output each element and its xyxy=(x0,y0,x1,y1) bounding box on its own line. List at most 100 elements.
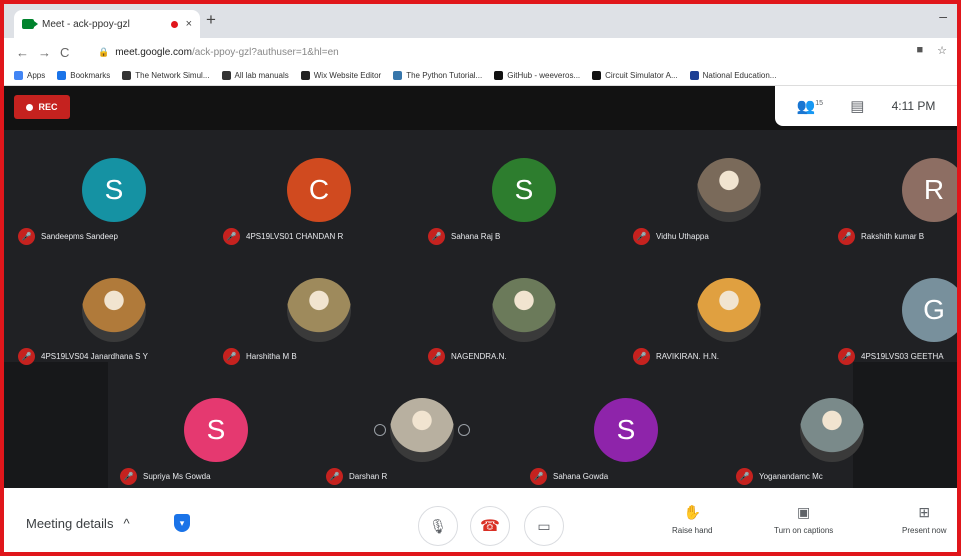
bookmark-item[interactable]: GitHub - weeveros... xyxy=(494,71,580,80)
participant-tile[interactable]: C 🎤 4PS19LVS01 CHANDAN R xyxy=(219,154,419,264)
record-dot-icon xyxy=(26,103,34,111)
back-button[interactable]: ← xyxy=(16,45,38,60)
participant-name-row: 🎤 Supriya Ms Gowda xyxy=(120,468,211,485)
reload-button[interactable]: C xyxy=(60,45,82,60)
camera-indicator-icon[interactable]: ■ xyxy=(916,44,923,57)
present-label: Present now xyxy=(902,526,947,535)
host-controls-shield-icon[interactable]: ▾ xyxy=(174,514,190,532)
participant-name: Rakshith kumar B xyxy=(861,232,925,241)
people-count: 15 xyxy=(815,100,824,107)
chevron-up-icon: ^ xyxy=(123,516,130,531)
bookmark-item[interactable]: The Network Simul... xyxy=(122,71,210,80)
participant-avatar: S xyxy=(82,158,146,222)
participant-tile[interactable]: S 🎤 Sandeepms Sandeep xyxy=(14,154,214,264)
participant-photo xyxy=(390,398,454,462)
pin-icon[interactable] xyxy=(374,424,386,436)
bookmark-item[interactable]: The Python Tutorial... xyxy=(393,71,482,80)
participant-name-row: 🎤 Yoganandamc Mc xyxy=(736,468,823,485)
bookmark-favicon-icon xyxy=(393,71,403,80)
muted-mic-icon: 🎤 xyxy=(428,228,445,245)
present-now-button[interactable]: ⊞ Present now xyxy=(902,504,946,535)
captions-label: Turn on captions xyxy=(774,526,834,535)
participant-name: Vidhu Uthappa xyxy=(656,232,709,241)
bookmark-favicon-icon xyxy=(592,71,602,80)
browser-toolbar: ← → C 🔒 meet.google.com/ack-ppoy-gzl?aut… xyxy=(4,38,957,66)
hangup-icon: ☎ xyxy=(480,518,500,535)
muted-mic-icon: 🎤 xyxy=(326,468,343,485)
participant-tile[interactable]: 🎤 Vidhu Uthappa xyxy=(629,154,829,264)
participant-name-row: 🎤 4PS19LVS01 CHANDAN R xyxy=(223,228,343,245)
captions-button[interactable]: ▣ Turn on captions xyxy=(774,504,833,535)
participant-name-row: 🎤 4PS19LVS03 GEETHA xyxy=(838,348,944,365)
participant-tile[interactable]: G 🎤 4PS19LVS03 GEETHA xyxy=(834,274,957,384)
tab-close-icon[interactable]: × xyxy=(186,18,192,30)
camera-button[interactable]: ▭ xyxy=(524,506,564,546)
browser-tab[interactable]: Meet - ack-ppoy-gzl × xyxy=(14,10,200,38)
bookmark-favicon-icon xyxy=(57,71,67,80)
bookmark-item[interactable]: Bookmarks xyxy=(57,71,110,80)
bookmark-label: Apps xyxy=(27,71,46,80)
bookmark-item[interactable]: Circuit Simulator A... xyxy=(592,71,678,80)
microphone-icon: 🎙 xyxy=(429,517,447,534)
participant-tile[interactable]: 🎤 4PS19LVS04 Janardhana S Y xyxy=(14,274,214,384)
participant-photo xyxy=(82,278,146,342)
chat-icon[interactable]: ▤ xyxy=(850,97,864,115)
participant-avatar: C xyxy=(287,158,351,222)
minimize-button[interactable]: – xyxy=(939,8,947,24)
bookmark-favicon-icon xyxy=(14,71,23,80)
participant-photo xyxy=(697,158,761,222)
browser-tab-strip: Meet - ack-ppoy-gzl × + – xyxy=(4,4,957,38)
bookmark-item[interactable]: All lab manuals xyxy=(221,71,289,80)
meeting-clock: 4:11 PM xyxy=(891,99,936,113)
participant-tile[interactable]: 🎤 Harshitha M B xyxy=(219,274,419,384)
participant-name-row: 🎤 Harshitha M B xyxy=(223,348,297,365)
bookmark-label: GitHub - weeveros... xyxy=(507,71,581,80)
participant-tile[interactable]: 🎤 RAVIKIRAN. H.N. xyxy=(629,274,829,384)
participant-name-row: 🎤 Rakshith kumar B xyxy=(838,228,924,245)
bookmark-star-icon[interactable]: ☆ xyxy=(937,44,947,57)
leave-call-button[interactable]: ☎ xyxy=(470,506,510,546)
forward-button[interactable]: → xyxy=(38,45,60,60)
participant-name: Sahana Gowda xyxy=(553,472,609,481)
participant-name: NAGENDRA.N. xyxy=(451,352,507,361)
meet-control-bar: Meeting details ^ ▾ 🎙 ☎ ▭ ✋ Raise hand ▣… xyxy=(4,488,957,555)
participant-name: 4PS19LVS04 Janardhana S Y xyxy=(41,352,148,361)
screen-frame: Meet - ack-ppoy-gzl × + – ← → C 🔒 meet.g… xyxy=(0,0,961,556)
meeting-details-button[interactable]: Meeting details ^ xyxy=(26,516,130,531)
participant-name: Sahana Raj B xyxy=(451,232,501,241)
participant-tile[interactable]: S 🎤 Sahana Raj B xyxy=(424,154,624,264)
participant-tile[interactable]: R 🎤 Rakshith kumar B xyxy=(834,154,957,264)
bookmark-item[interactable]: National Education... xyxy=(689,71,776,80)
microphone-button[interactable]: 🎙 xyxy=(418,506,458,546)
participant-photo xyxy=(800,398,864,462)
bookmark-favicon-icon xyxy=(122,71,132,80)
participant-name-row: 🎤 4PS19LVS04 Janardhana S Y xyxy=(18,348,148,365)
participant-name-row: 🎤 RAVIKIRAN. H.N. xyxy=(633,348,719,365)
meeting-details-label: Meeting details xyxy=(26,516,114,531)
bookmark-item[interactable]: Apps xyxy=(14,71,45,80)
muted-mic-icon: 🎤 xyxy=(120,468,137,485)
meet-stage: REC 👥15 ▤ 4:11 PM S 🎤 Sandeepms Sandeep C 🎤 4… xyxy=(4,86,957,488)
participant-avatar: S xyxy=(492,158,556,222)
people-icon[interactable]: 👥15 xyxy=(797,97,823,115)
participant-photo xyxy=(697,278,761,342)
bookmark-label: Circuit Simulator A... xyxy=(605,71,678,80)
recording-badge[interactable]: REC xyxy=(14,95,70,119)
horizontal-scrollbar[interactable] xyxy=(276,552,356,555)
muted-mic-icon: 🎤 xyxy=(18,348,35,365)
participant-name: Supriya Ms Gowda xyxy=(143,472,211,481)
participant-avatar: S xyxy=(594,398,658,462)
new-tab-button[interactable]: + xyxy=(206,10,216,30)
participant-tile[interactable]: 🎤 NAGENDRA.N. xyxy=(424,274,624,384)
recording-dot-icon xyxy=(170,20,178,28)
url-host: meet.google.com xyxy=(115,46,192,58)
bookmark-item[interactable]: Wix Website Editor xyxy=(300,71,381,80)
address-bar[interactable]: 🔒 meet.google.com/ack-ppoy-gzl?authuser=… xyxy=(98,43,918,61)
bookmark-label: The Network Simul... xyxy=(135,71,210,80)
more-options-icon[interactable] xyxy=(458,424,470,436)
participant-name: Yoganandamc Mc xyxy=(759,472,823,481)
raise-hand-button[interactable]: ✋ Raise hand xyxy=(672,504,712,535)
bookmark-label: The Python Tutorial... xyxy=(406,71,483,80)
participant-name-row: 🎤 Vidhu Uthappa xyxy=(633,228,709,245)
participant-name-row: 🎤 Sahana Gowda xyxy=(530,468,608,485)
